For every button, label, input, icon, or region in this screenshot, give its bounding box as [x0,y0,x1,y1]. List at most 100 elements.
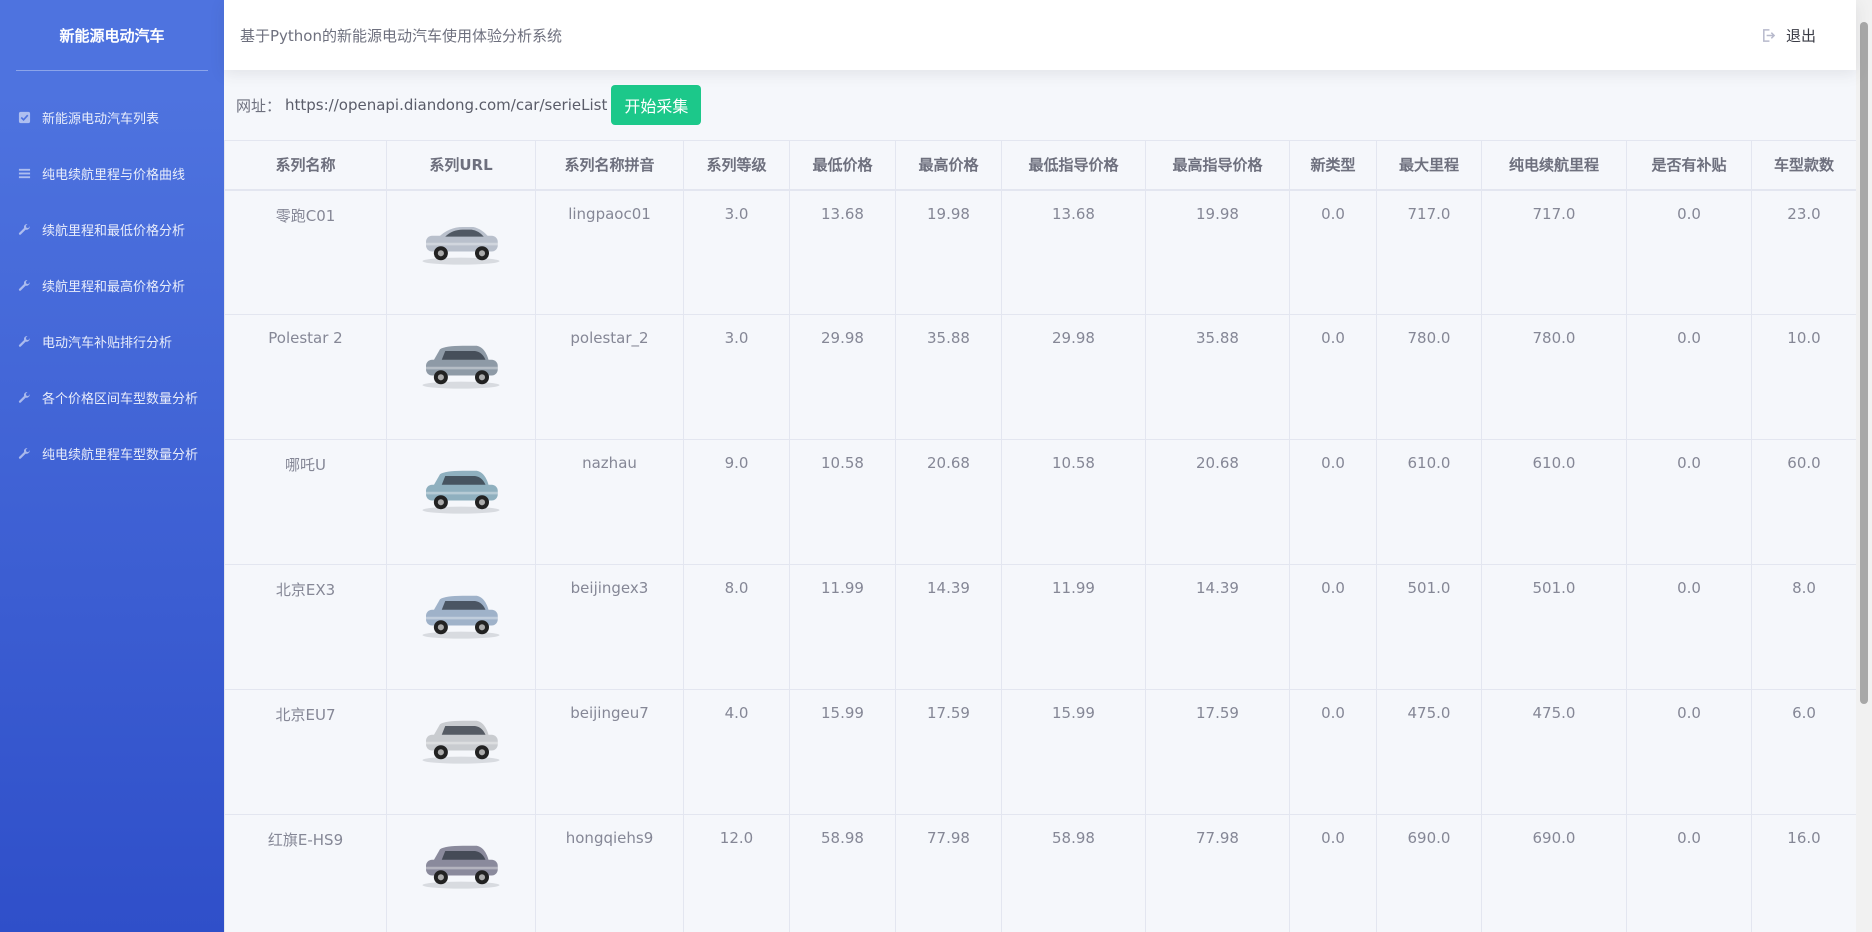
scrollbar[interactable] [1856,0,1872,932]
min-price-cell: 13.68 [789,189,896,315]
column-header[interactable]: 新类型 [1289,140,1377,191]
sidebar-item-label: 纯电续航里程与价格曲线 [42,167,186,183]
max-guide-price-cell: 14.39 [1145,564,1290,690]
model-count-cell: 8.0 [1751,564,1856,690]
column-header[interactable]: 系列URL [386,140,536,191]
column-header[interactable]: 是否有补贴 [1626,140,1752,191]
sidebar-item-label: 电动汽车补贴排行分析 [42,335,173,351]
level-cell: 3.0 [683,189,790,315]
wrench-icon [18,223,42,236]
model-count-cell: 6.0 [1751,689,1856,815]
column-header[interactable]: 系列名称拼音 [535,140,684,191]
sidebar-item-1[interactable]: 新能源电动汽车列表 [0,89,224,145]
sidebar-item-label: 新能源电动汽车列表 [42,111,160,127]
max-guide-price-cell: 35.88 [1145,314,1290,440]
sidebar-item-4[interactable]: 续航里程和最高价格分析 [0,257,224,313]
car-image [419,226,503,271]
table-row: 零跑C01 lingpaoc01 3.0 13.68 19.98 13.68 19.98 0.… [224,189,1856,315]
sidebar-item-6[interactable]: 各个价格区间车型数量分析 [0,369,224,425]
series-name-cell: 北京EU7 [224,689,387,815]
ev-range-cell: 780.0 [1481,314,1627,440]
table-row: 哪吒U nazhau 9.0 10.58 20.68 10.58 20.68 0.0 610.0… [224,439,1856,565]
column-header[interactable]: 最高价格 [895,140,1002,191]
car-image [419,845,503,895]
scrollbar-thumb[interactable] [1860,22,1868,704]
max-range-cell: 780.0 [1376,314,1482,440]
min-price-cell: 11.99 [789,564,896,690]
series-name-cell: 北京EX3 [224,564,387,690]
logout-button[interactable]: 退出 [1761,0,1816,70]
subsidy-cell: 0.0 [1626,439,1752,565]
url-value: https://openapi.diandong.com/car/serieLi… [285,96,608,114]
min-price-cell: 29.98 [789,314,896,440]
column-header[interactable]: 车型款数 [1751,140,1856,191]
max-range-cell: 501.0 [1376,564,1482,690]
ev-range-cell: 610.0 [1481,439,1627,565]
column-header[interactable]: 最低指导价格 [1001,140,1146,191]
pinyin-cell: nazhau [535,439,684,565]
min-guide-price-cell: 11.99 [1001,564,1146,690]
column-header[interactable]: 纯电续航里程 [1481,140,1627,191]
url-bar: 网址： https://openapi.diandong.com/car/ser… [224,70,1856,140]
model-count-cell: 23.0 [1751,189,1856,315]
sidebar-item-3[interactable]: 续航里程和最低价格分析 [0,201,224,257]
max-price-cell: 20.68 [895,439,1002,565]
max-price-cell: 17.59 [895,689,1002,815]
min-guide-price-cell: 10.58 [1001,439,1146,565]
series-name-cell: Polestar 2 [224,314,387,440]
sidebar-nav: 新能源电动汽车列表纯电续航里程与价格曲线 续航里程和最低价格分析 续航里程和最高价格… [0,71,224,481]
new-type-cell: 0.0 [1289,564,1377,690]
new-type-cell: 0.0 [1289,439,1377,565]
subsidy-cell: 0.0 [1626,314,1752,440]
column-header[interactable]: 系列等级 [683,140,790,191]
table-body: 零跑C01 lingpaoc01 3.0 13.68 19.98 13.68 19.98 0.… [224,189,1856,932]
series-name-cell: 哪吒U [224,439,387,565]
min-price-cell: 10.58 [789,439,896,565]
min-guide-price-cell: 13.68 [1001,189,1146,315]
column-header[interactable]: 系列名称 [224,140,387,191]
column-header[interactable]: 最大里程 [1376,140,1482,191]
pinyin-cell: polestar_2 [535,314,684,440]
table-row: 北京EX3 beijingex3 8.0 11.99 14.39 11.99 14.39 0.… [224,564,1856,690]
wrench-icon [18,391,42,404]
check-square-icon [18,111,42,124]
subsidy-cell: 0.0 [1626,564,1752,690]
main-content: 网址： https://openapi.diandong.com/car/ser… [224,70,1856,932]
sidebar: 新能源电动汽车 新能源电动汽车列表纯电续航里程与价格曲线 续航里程和最低价格分析续… [0,0,224,932]
car-image [419,595,503,645]
level-cell: 8.0 [683,564,790,690]
sidebar-item-label: 续航里程和最高价格分析 [42,279,186,295]
pinyin-cell: lingpaoc01 [535,189,684,315]
min-guide-price-cell: 15.99 [1001,689,1146,815]
column-header[interactable]: 最高指导价格 [1145,140,1290,191]
new-type-cell: 0.0 [1289,689,1377,815]
subsidy-cell: 0.0 [1626,814,1752,932]
table-row: Polestar 2 polestar_2 3.0 29.98 35.88 29.98 35… [224,314,1856,440]
sidebar-item-label: 续航里程和最低价格分析 [42,223,186,239]
series-url-cell [386,314,536,440]
sidebar-item-5[interactable]: 电动汽车补贴排行分析 [0,313,224,369]
list-icon [18,167,42,180]
start-collect-button[interactable]: 开始采集 [611,85,702,125]
sidebar-item-7[interactable]: 纯电续航里程车型数量分析 [0,425,224,481]
max-range-cell: 610.0 [1376,439,1482,565]
logout-label: 退出 [1785,26,1816,45]
max-guide-price-cell: 20.68 [1145,439,1290,565]
car-image [419,345,503,395]
model-count-cell: 16.0 [1751,814,1856,932]
min-guide-price-cell: 58.98 [1001,814,1146,932]
new-type-cell: 0.0 [1289,189,1377,315]
min-price-cell: 58.98 [789,814,896,932]
level-cell: 12.0 [683,814,790,932]
sidebar-item-2[interactable]: 纯电续航里程与价格曲线 [0,145,224,201]
max-price-cell: 14.39 [895,564,1002,690]
column-header[interactable]: 最低价格 [789,140,896,191]
series-name-cell: 红旗E-HS9 [224,814,387,932]
max-price-cell: 19.98 [895,189,1002,315]
sidebar-brand[interactable]: 新能源电动汽车 [0,0,224,70]
series-url-cell [386,439,536,565]
min-guide-price-cell: 29.98 [1001,314,1146,440]
max-guide-price-cell: 17.59 [1145,689,1290,815]
table-row: 北京EU7 beijingeu7 4.0 15.99 17.59 15.99 17.59 0.… [224,689,1856,815]
series-url-cell [386,564,536,690]
